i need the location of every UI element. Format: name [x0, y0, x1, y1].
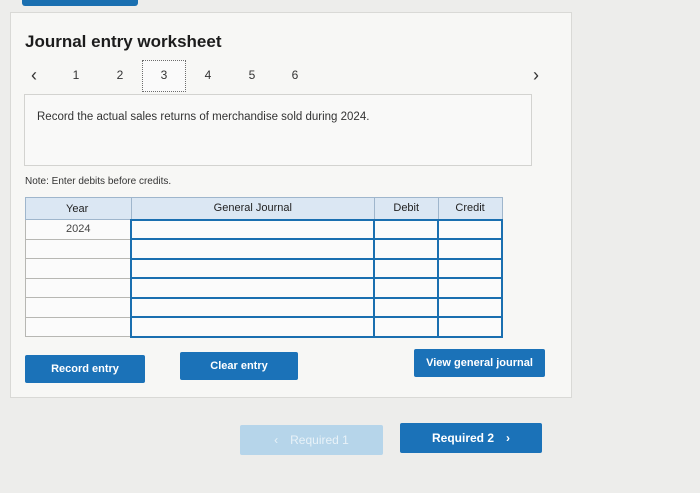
page-5[interactable]: 5 [238, 62, 266, 88]
required-1-label: Required 1 [290, 433, 349, 447]
header-debit: Debit [373, 197, 439, 220]
account-input[interactable] [130, 218, 376, 240]
credit-input[interactable] [437, 218, 503, 240]
debit-input[interactable] [373, 296, 440, 318]
year-cell[interactable]: 2024 [25, 219, 132, 240]
debit-input[interactable] [373, 218, 440, 240]
chevron-right-icon: › [506, 431, 510, 445]
page-title: Journal entry worksheet [25, 32, 222, 51]
top-accent-bar [22, 0, 138, 6]
chevron-left-icon: ‹ [274, 433, 279, 447]
table-row [25, 277, 503, 299]
page-4[interactable]: 4 [194, 62, 222, 88]
account-input[interactable] [130, 238, 376, 260]
debit-input[interactable] [373, 277, 440, 299]
debit-input[interactable] [373, 257, 440, 279]
debit-input[interactable] [373, 316, 440, 338]
account-input[interactable] [130, 296, 376, 318]
question-box: Record the actual sales returns of merch… [24, 94, 532, 166]
year-cell[interactable] [25, 316, 132, 337]
page-3-active[interactable]: 3 [142, 60, 186, 92]
required-2-label: Required 2 [431, 431, 494, 445]
page-2[interactable]: 2 [106, 62, 134, 88]
journal-table: Year General Journal Debit Credit 2024 [25, 197, 503, 338]
debit-input[interactable] [373, 238, 440, 260]
year-cell[interactable] [25, 277, 132, 298]
account-input[interactable] [130, 316, 376, 338]
credit-input[interactable] [437, 316, 503, 338]
table-row [25, 296, 503, 318]
record-entry-button[interactable]: Record entry [25, 355, 145, 383]
chevron-left-icon[interactable]: ‹ [24, 62, 44, 88]
note-text: Note: Enter debits before credits. [25, 176, 172, 187]
credit-input[interactable] [437, 238, 503, 260]
chevron-right-icon[interactable]: › [526, 62, 546, 88]
question-text: Record the actual sales returns of merch… [37, 111, 370, 123]
clear-entry-button[interactable]: Clear entry [180, 352, 298, 380]
credit-input[interactable] [437, 277, 503, 299]
table-row [25, 257, 503, 279]
year-cell[interactable] [25, 238, 132, 259]
credit-input[interactable] [437, 296, 503, 318]
year-cell[interactable] [25, 297, 132, 318]
entry-pager: ‹ 1 2 3 4 5 6 › [24, 60, 554, 92]
account-input[interactable] [130, 277, 376, 299]
header-general-journal: General Journal [130, 197, 375, 220]
required-1-button[interactable]: ‹ Required 1 [240, 425, 383, 455]
required-2-button[interactable]: Required 2 › [400, 423, 542, 453]
page-6[interactable]: 6 [281, 62, 309, 88]
table-row: 2024 [25, 218, 503, 240]
header-year: Year [25, 197, 132, 220]
credit-input[interactable] [437, 257, 503, 279]
table-header-row: Year General Journal Debit Credit [25, 197, 503, 220]
account-input[interactable] [130, 257, 376, 279]
page-1[interactable]: 1 [62, 62, 90, 88]
view-general-journal-button[interactable]: View general journal [414, 349, 545, 377]
table-row [25, 316, 503, 338]
year-cell[interactable] [25, 258, 132, 279]
table-row [25, 238, 503, 260]
header-credit: Credit [437, 197, 503, 220]
